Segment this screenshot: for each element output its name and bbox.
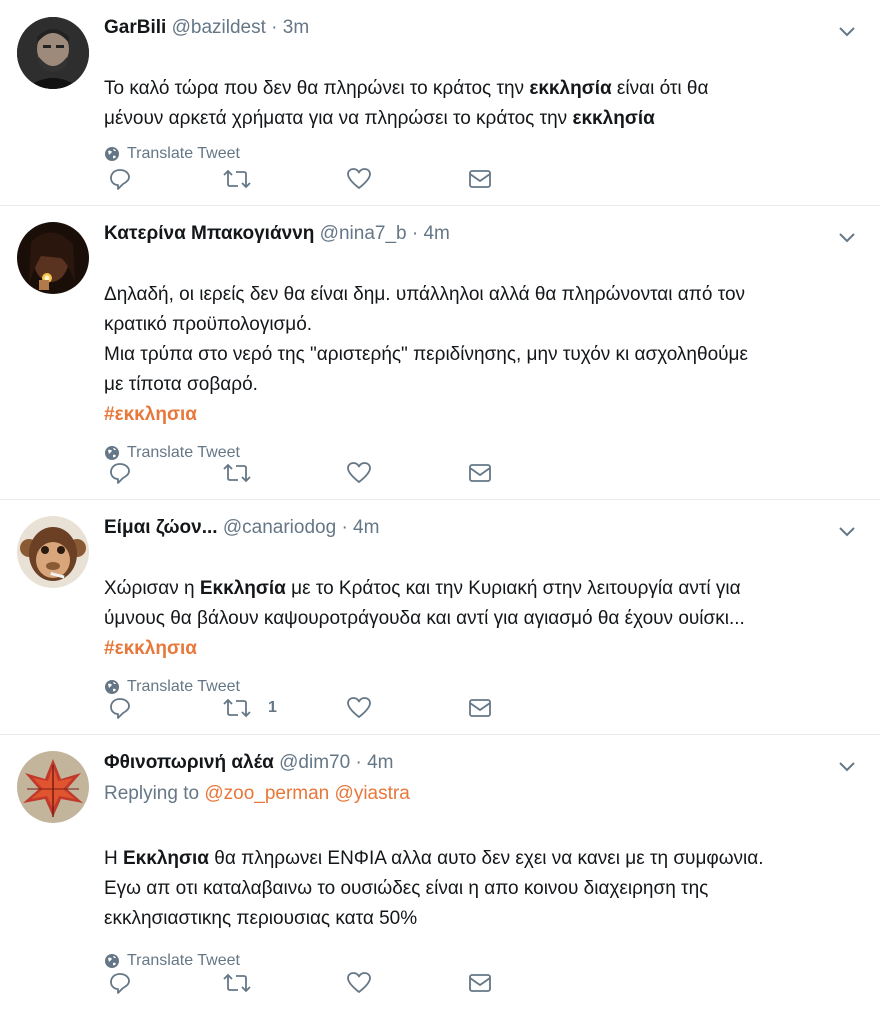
tweet-header: Φθινοπωρινή αλέα @dim70 · 4m (104, 735, 840, 775)
display-name[interactable]: GarBili (104, 17, 166, 38)
avatar[interactable] (17, 751, 89, 823)
mention-link[interactable]: @zoo_perman (204, 783, 329, 804)
tweet-text: Δηλαδή, οι ιερείς δεν θα είναι δημ. υπάλ… (104, 250, 840, 400)
direct-message-button[interactable] (468, 969, 492, 997)
timestamp[interactable]: 4m (367, 752, 393, 773)
like-button[interactable] (346, 165, 372, 193)
translate-label: Translate Tweet (127, 952, 240, 969)
text-segment: Χώρισαν η (104, 578, 200, 599)
direct-message-button[interactable] (468, 459, 492, 487)
text-segment: Δηλαδή, οι ιερείς δεν θα είναι δημ. υπάλ… (104, 284, 748, 395)
hashtag-link[interactable]: #εκκλησια (104, 634, 840, 664)
tweet-text: Το καλό τώρα που δεν θα πληρώνει το κράτ… (104, 44, 840, 134)
retweet-icon (223, 169, 251, 189)
text-segment: Η (104, 848, 123, 869)
chevron-down-icon[interactable] (836, 755, 858, 777)
reply-icon (110, 973, 130, 994)
globe-icon (105, 147, 119, 161)
heart-icon (347, 972, 371, 993)
timestamp[interactable]: 3m (283, 17, 309, 38)
display-name[interactable]: Φθινοπωρινή αλέα (104, 752, 274, 773)
retweet-button[interactable]: 1 (222, 694, 277, 722)
globe-icon (105, 954, 119, 968)
keyword-highlight: εκκλησία (572, 108, 655, 129)
display-name[interactable]: Κατερίνα Μπακογιάννη (104, 223, 314, 244)
username[interactable]: @bazildest (172, 17, 266, 38)
tweet-feed: GarBili @bazildest · 3m Το καλό τώρα που… (0, 0, 880, 1010)
envelope-icon (469, 974, 491, 992)
reply-icon (110, 169, 130, 190)
reply-button[interactable] (108, 694, 132, 722)
retweet-icon (223, 463, 251, 483)
envelope-icon (469, 170, 491, 188)
timestamp[interactable]: 4m (353, 517, 379, 538)
like-button[interactable] (346, 694, 372, 722)
chevron-down-icon[interactable] (836, 520, 858, 542)
replying-to: Replying to @zoo_perman @yiastra (104, 779, 840, 809)
retweet-icon (223, 698, 251, 718)
tweet-header: GarBili @bazildest · 3m (104, 0, 840, 40)
separator: · (341, 517, 348, 538)
tweet[interactable]: Φθινοπωρινή αλέα @dim70 · 4m Replying to… (0, 735, 880, 1010)
reply-icon (110, 463, 130, 484)
like-button[interactable] (346, 969, 372, 997)
username[interactable]: @canariodog (223, 517, 336, 538)
chevron-down-icon[interactable] (836, 20, 858, 42)
envelope-icon (469, 464, 491, 482)
separator: · (355, 752, 362, 773)
tweet[interactable]: Είμαι ζώον... @canariodog · 4m Χώρισαν η… (0, 500, 880, 735)
avatar[interactable] (17, 222, 89, 294)
separator: · (271, 17, 278, 38)
direct-message-button[interactable] (468, 694, 492, 722)
tweet[interactable]: GarBili @bazildest · 3m Το καλό τώρα που… (0, 0, 880, 206)
reply-button[interactable] (108, 969, 132, 997)
avatar[interactable] (17, 516, 89, 588)
tweet[interactable]: Κατερίνα Μπακογιάννη @nina7_b · 4m Δηλαδ… (0, 206, 880, 500)
translate-link[interactable]: Translate Tweet (104, 144, 840, 164)
keyword-highlight: Εκκλησία (199, 578, 286, 599)
translate-link[interactable]: Translate Tweet (104, 951, 840, 971)
tweet-header: Κατερίνα Μπακογιάννη @nina7_b · 4m (104, 206, 840, 246)
like-button[interactable] (346, 459, 372, 487)
heart-icon (347, 462, 371, 483)
heart-icon (347, 168, 371, 189)
separator: · (411, 223, 419, 244)
reply-button[interactable] (108, 459, 132, 487)
tweet-header: Είμαι ζώον... @canariodog · 4m (104, 500, 840, 540)
chevron-down-icon[interactable] (836, 226, 858, 248)
avatar[interactable] (17, 17, 89, 89)
heart-icon (347, 697, 371, 718)
display-name[interactable]: Είμαι ζώον... (104, 517, 218, 538)
translate-label: Translate Tweet (127, 145, 240, 162)
mention-link[interactable]: @yiastra (335, 783, 410, 804)
reply-button[interactable] (108, 165, 132, 193)
tweet-text: Η Εκκλησια θα πληρωνει ΕΝΦΙΑ αλλα αυτο δ… (104, 814, 840, 934)
retweet-icon (223, 973, 251, 993)
replying-to-label: Replying to (104, 783, 200, 804)
timestamp[interactable]: 4m (423, 223, 449, 244)
keyword-highlight: Εκκλησια (123, 848, 209, 869)
retweet-count: 1 (268, 699, 277, 716)
text-segment: Το καλό τώρα που δεν θα πληρώνει το κράτ… (104, 78, 530, 99)
envelope-icon (469, 699, 491, 717)
username[interactable]: @nina7_b (320, 223, 407, 244)
globe-icon (105, 680, 119, 694)
reply-icon (110, 698, 130, 719)
username[interactable]: @dim70 (279, 752, 350, 773)
retweet-button[interactable] (222, 969, 268, 997)
keyword-highlight: εκκλησία (529, 78, 612, 99)
retweet-button[interactable] (222, 165, 268, 193)
retweet-button[interactable] (222, 459, 268, 487)
tweet-text: Χώρισαν η Εκκλησία με το Κράτος και την … (104, 544, 840, 634)
hashtag-link[interactable]: #εκκλησια (104, 400, 840, 430)
direct-message-button[interactable] (468, 165, 492, 193)
